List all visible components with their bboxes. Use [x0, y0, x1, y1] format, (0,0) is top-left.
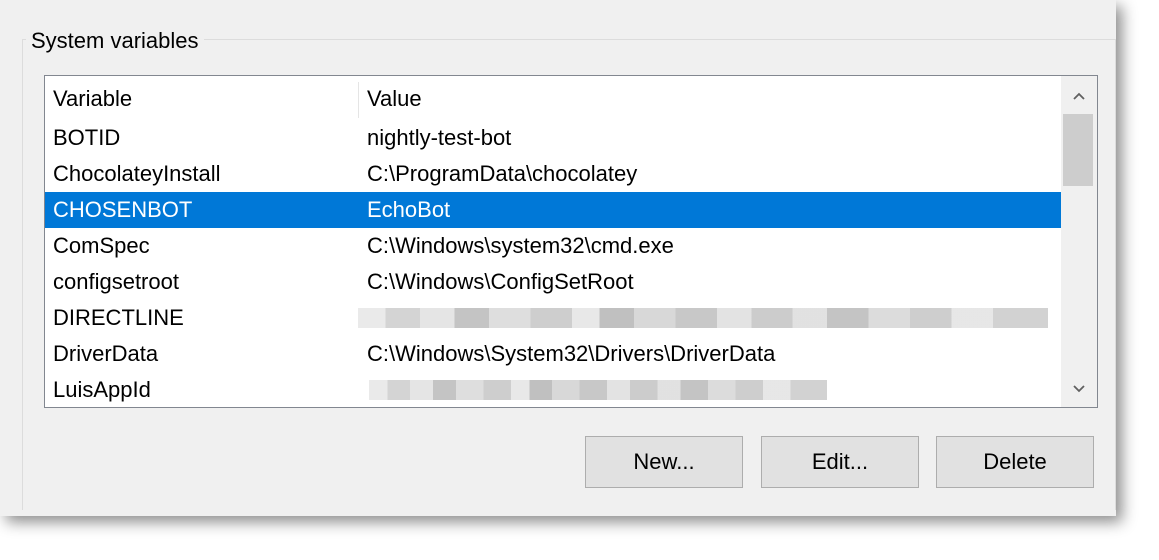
variable-value: C:\Windows\system32\cmd.exe	[367, 233, 674, 258]
table-row-selected[interactable]: CHOSENBOT EchoBot	[45, 192, 1061, 228]
variable-name: ChocolateyInstall	[53, 161, 221, 186]
variable-value: C:\ProgramData\chocolatey	[367, 161, 638, 186]
delete-button[interactable]: Delete	[936, 436, 1094, 488]
table-row[interactable]: BOTID nightly-test-bot	[45, 120, 1061, 156]
variable-name: ComSpec	[53, 233, 150, 258]
table-row[interactable]: LuisAppId	[45, 372, 1061, 407]
table-row[interactable]: ChocolateyInstall C:\ProgramData\chocola…	[45, 156, 1061, 192]
variable-name: DIRECTLINE	[53, 305, 184, 330]
chevron-up-icon	[1073, 92, 1085, 100]
chevron-down-icon	[1073, 385, 1085, 393]
new-button[interactable]: New...	[585, 436, 743, 488]
group-title: System variables	[26, 26, 204, 56]
variable-value: C:\Windows\ConfigSetRoot	[367, 269, 634, 294]
scroll-up-button[interactable]	[1061, 78, 1097, 114]
column-header-value[interactable]: Value	[367, 76, 422, 120]
list-header: Variable Value	[45, 76, 1061, 120]
variable-value: nightly-test-bot	[367, 125, 512, 150]
redacted-value	[369, 380, 827, 400]
variables-list[interactable]: Variable Value BOTID nightly-test-bot Ch…	[44, 75, 1098, 408]
edit-button[interactable]: Edit...	[761, 436, 919, 488]
column-header-variable[interactable]: Variable	[53, 76, 132, 120]
system-variables-panel: System variables Variable Value BOTID ni…	[0, 0, 1116, 516]
scrollbar-thumb[interactable]	[1063, 114, 1093, 186]
table-row[interactable]: ComSpec C:\Windows\system32\cmd.exe	[45, 228, 1061, 264]
variable-value: C:\Windows\System32\Drivers\DriverData	[367, 341, 776, 366]
vertical-scrollbar[interactable]	[1061, 76, 1097, 407]
redacted-value	[358, 308, 1048, 328]
variable-value: EchoBot	[367, 197, 451, 222]
column-divider[interactable]	[358, 82, 359, 118]
scroll-down-button[interactable]	[1061, 371, 1097, 407]
variable-name: LuisAppId	[53, 377, 151, 402]
table-row[interactable]: DIRECTLINE	[45, 300, 1061, 336]
variable-name: CHOSENBOT	[53, 197, 193, 222]
variable-name: configsetroot	[53, 269, 179, 294]
table-row[interactable]: DriverData C:\Windows\System32\Drivers\D…	[45, 336, 1061, 372]
table-row[interactable]: configsetroot C:\Windows\ConfigSetRoot	[45, 264, 1061, 300]
variable-name: DriverData	[53, 341, 159, 366]
variable-name: BOTID	[53, 125, 121, 150]
